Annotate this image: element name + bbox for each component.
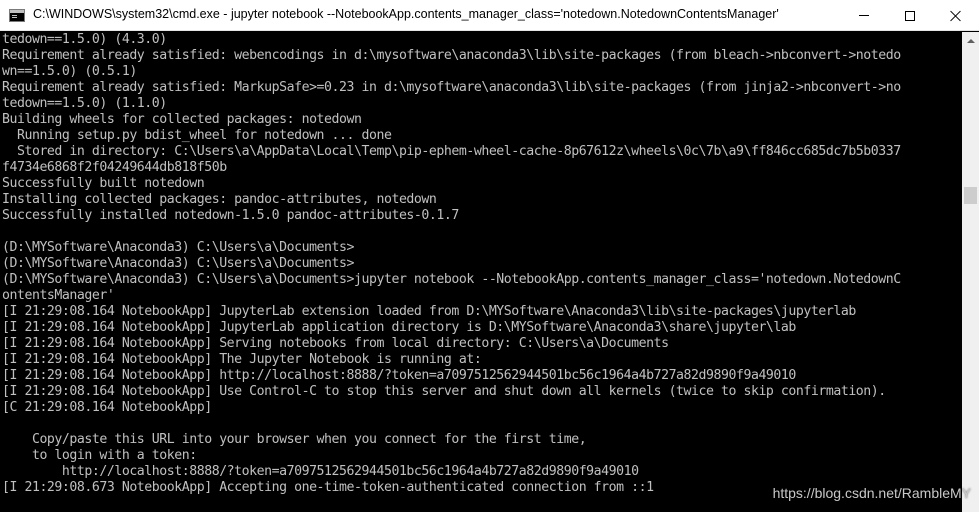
vertical-scrollbar[interactable]	[962, 32, 979, 512]
console-line: tedown==1.5.0) (1.1.0)	[2, 96, 167, 111]
watermark: https://blog.csdn.net/RambleMY	[772, 485, 971, 501]
scroll-up-arrow-icon[interactable]	[962, 32, 979, 49]
console-line: http://localhost:8888/?token=a7097512562…	[2, 464, 639, 479]
console-line: Stored in directory: C:\Users\a\AppData\…	[2, 144, 901, 159]
console-line: [I 21:29:08.164 NotebookApp] JupyterLab …	[2, 320, 796, 335]
console-line: (D:\MYSoftware\Anaconda3) C:\Users\a\Doc…	[2, 240, 355, 255]
console-line: Building wheels for collected packages: …	[2, 112, 362, 127]
minimize-icon	[859, 15, 869, 16]
console-line: Copy/paste this URL into your browser wh…	[2, 432, 587, 447]
console-line: [I 21:29:08.164 NotebookApp] Use Control…	[2, 384, 886, 399]
console-line: f4734e6868f2f04249644db818f50b	[2, 160, 227, 175]
console-line: Running setup.py bdist_wheel for notedow…	[2, 128, 392, 143]
console-line: Successfully installed notedown-1.5.0 pa…	[2, 208, 459, 223]
maximize-button[interactable]	[887, 0, 933, 31]
console-output[interactable]: tedown==1.5.0) (4.3.0) Requirement alread…	[0, 32, 962, 512]
minimize-button[interactable]	[841, 0, 887, 31]
console-line: [C 21:29:08.164 NotebookApp]	[2, 400, 212, 415]
console-line: to login with a token:	[2, 448, 197, 463]
console-line: (D:\MYSoftware\Anaconda3) C:\Users\a\Doc…	[2, 272, 901, 287]
console-line: wn==1.5.0) (0.5.1)	[2, 64, 137, 79]
console-line: (D:\MYSoftware\Anaconda3) C:\Users\a\Doc…	[2, 256, 355, 271]
console-line: tedown==1.5.0) (4.3.0)	[2, 32, 167, 47]
cmd-window: C:\WINDOWS\system32\cmd.exe - jupyter no…	[0, 0, 979, 512]
console-line: [I 21:29:08.164 NotebookApp] The Jupyter…	[2, 352, 482, 367]
console-line: [I 21:29:08.164 NotebookApp] Serving not…	[2, 336, 669, 351]
scrollbar-thumb[interactable]	[964, 187, 977, 204]
console-line: Installing collected packages: pandoc-at…	[2, 192, 437, 207]
maximize-icon	[905, 10, 915, 21]
close-button[interactable]	[933, 0, 979, 31]
window-title: C:\WINDOWS\system32\cmd.exe - jupyter no…	[33, 7, 779, 21]
close-icon	[950, 10, 962, 22]
title-bar[interactable]: C:\WINDOWS\system32\cmd.exe - jupyter no…	[0, 0, 979, 31]
console-line: Successfully built notedown	[2, 176, 205, 191]
console-line: [I 21:29:08.164 NotebookApp] JupyterLab …	[2, 304, 856, 319]
console-line: [I 21:29:08.164 NotebookApp] http://loca…	[2, 368, 796, 383]
console-line: Requirement already satisfied: MarkupSaf…	[2, 80, 901, 95]
console-line: ontentsManager'	[2, 288, 115, 303]
cmd-icon[interactable]	[9, 9, 25, 22]
console-line: Requirement already satisfied: webencodi…	[2, 48, 901, 63]
